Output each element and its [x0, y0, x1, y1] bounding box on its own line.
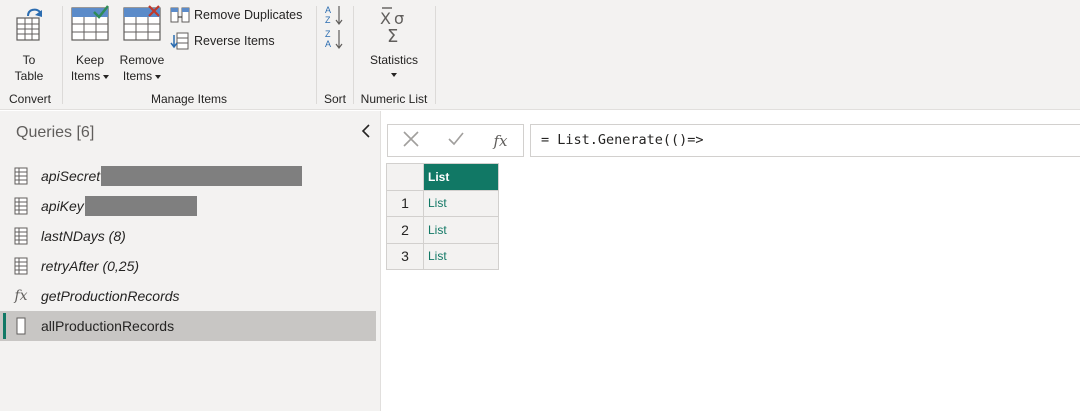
convert-group-label: Convert	[8, 92, 52, 106]
formula-bar-buttons: fx	[387, 124, 524, 157]
sort-descending-icon: Z A	[324, 29, 346, 53]
cancel-formula-button[interactable]	[388, 125, 433, 156]
svg-text:Σ: Σ	[387, 26, 398, 44]
parameter-icon	[11, 197, 31, 215]
list-cell[interactable]: List	[423, 216, 499, 244]
list-query-icon	[11, 317, 31, 335]
remove-duplicates-button[interactable]: Remove Duplicates	[170, 4, 302, 26]
parameter-icon	[11, 227, 31, 245]
sort-ascending-icon: A Z	[324, 5, 346, 29]
ribbon-separator	[435, 6, 436, 104]
to-table-button[interactable]: To Table	[6, 4, 52, 84]
reverse-items-label: Reverse Items	[194, 34, 275, 48]
remove-duplicates-label: Remove Duplicates	[194, 8, 303, 22]
query-item-allproductionrecords[interactable]: allProductionRecords	[0, 311, 376, 341]
sort-ascending-button[interactable]: A Z	[323, 4, 347, 30]
chevron-left-icon	[361, 123, 371, 141]
keep-items-icon	[68, 4, 112, 48]
statistics-button[interactable]: X σ Σ Statistics	[364, 4, 424, 77]
manage-items-group-label: Manage Items	[150, 92, 228, 106]
redaction-block	[101, 166, 303, 186]
commit-formula-button[interactable]	[433, 125, 478, 156]
check-icon	[447, 130, 465, 151]
queries-header: Queries [6]	[16, 124, 95, 141]
row-number: 1	[386, 189, 424, 217]
query-item-lastndays[interactable]: lastNDays (8)	[0, 221, 376, 251]
to-table-icon	[6, 4, 52, 48]
query-item-getproductionrecords[interactable]: fx getProductionRecords	[0, 281, 376, 311]
reverse-items-button[interactable]: Reverse Items	[170, 30, 275, 52]
grid-corner[interactable]	[386, 163, 424, 191]
remove-items-icon	[116, 4, 168, 48]
query-item-apisecret[interactable]: apiSecret	[0, 161, 376, 191]
reverse-items-icon	[170, 32, 190, 50]
query-item-retryafter[interactable]: retryAfter (0,25)	[0, 251, 376, 281]
chevron-down-icon	[103, 74, 110, 79]
function-icon: fx	[14, 288, 28, 304]
parameter-icon	[11, 167, 31, 185]
sort-group: A Z Z A Sort	[317, 0, 353, 110]
query-name: apiKey	[41, 198, 84, 214]
query-name: allProductionRecords	[41, 318, 175, 334]
to-table-label-2: Table	[14, 69, 44, 83]
query-item-apikey[interactable]: apiKey	[0, 191, 376, 221]
remove-items-label-2: Items	[122, 69, 153, 83]
queries-pane: Queries [6] apiSecret apiKey lastNDays (…	[0, 111, 381, 411]
list-cell[interactable]: List	[423, 189, 499, 217]
svg-text:A: A	[325, 39, 331, 49]
chevron-down-icon	[155, 74, 162, 79]
fx-icon: fx	[493, 131, 508, 150]
numeric-list-group-label: Numeric List	[360, 92, 428, 106]
svg-text:Z: Z	[325, 29, 331, 39]
insert-function-button[interactable]: fx	[478, 125, 523, 156]
grid-header-row: List	[386, 163, 499, 191]
list-cell[interactable]: List	[423, 242, 499, 270]
ribbon: To Table Convert Keep Items Remove Items…	[0, 0, 1080, 110]
keep-items-button[interactable]: Keep Items	[68, 4, 112, 84]
query-name: retryAfter (0,25)	[41, 258, 140, 274]
remove-duplicates-icon	[170, 6, 190, 24]
table-row: 2 List	[386, 216, 499, 244]
redaction-block	[84, 196, 197, 216]
collapse-queries-button[interactable]	[358, 123, 374, 141]
query-name: apiSecret	[41, 168, 101, 184]
query-name: getProductionRecords	[41, 288, 180, 304]
sort-descending-button[interactable]: Z A	[323, 28, 347, 54]
query-name: lastNDays (8)	[41, 228, 126, 244]
convert-group: To Table Convert	[0, 0, 60, 110]
svg-text:A: A	[325, 5, 331, 15]
table-row: 3 List	[386, 242, 499, 270]
statistics-icon: X σ Σ	[364, 4, 424, 48]
remove-items-button[interactable]: Remove Items	[116, 4, 168, 84]
table-row: 1 List	[386, 189, 499, 217]
numeric-list-group: X σ Σ Statistics Numeric List	[354, 0, 434, 110]
row-number: 3	[386, 242, 424, 270]
column-header[interactable]: List	[423, 163, 499, 191]
remove-items-label-1: Remove	[119, 53, 165, 67]
statistics-label: Statistics	[369, 53, 418, 67]
chevron-down-icon	[391, 73, 397, 77]
to-table-label-1: To	[22, 53, 36, 67]
svg-text:Z: Z	[325, 15, 331, 25]
close-icon	[402, 130, 420, 151]
row-number: 2	[386, 216, 424, 244]
manage-items-group: Keep Items Remove Items Remove Duplicate…	[63, 0, 315, 110]
data-grid: List 1 List 2 List 3 List	[386, 163, 499, 270]
formula-input[interactable]: = List.Generate(()=>	[530, 124, 1080, 157]
parameter-icon	[11, 257, 31, 275]
sort-group-label: Sort	[323, 92, 346, 106]
keep-items-label-2: Items	[70, 69, 101, 83]
keep-items-label-1: Keep	[75, 53, 105, 67]
